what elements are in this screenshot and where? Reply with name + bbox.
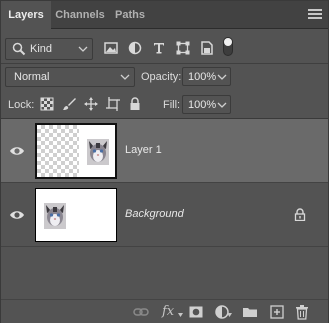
eye-icon[interactable] xyxy=(9,145,25,157)
search-icon xyxy=(12,42,26,56)
panel-menu-icon[interactable] xyxy=(308,9,322,21)
lock-transparent-pixels-icon[interactable] xyxy=(40,97,54,111)
layer-row[interactable]: Background xyxy=(1,183,328,247)
lock-all-icon[interactable] xyxy=(128,97,142,111)
tab-layers[interactable]: Layers xyxy=(1,1,51,30)
fill-field[interactable]: 100% xyxy=(182,95,231,114)
filter-kind-label: Kind xyxy=(30,43,53,55)
chevron-down-icon[interactable] xyxy=(217,72,227,82)
chevron-down-icon xyxy=(120,74,130,80)
blend-mode-select[interactable]: Normal xyxy=(5,67,135,87)
adjustment-layer-icon[interactable] xyxy=(214,304,230,320)
blend-mode-value: Normal xyxy=(14,71,50,83)
tab-channels[interactable]: Channels xyxy=(51,1,109,29)
opacity-value: 100% xyxy=(188,71,217,83)
layer-name[interactable]: Background xyxy=(125,208,184,220)
chevron-down-icon[interactable] xyxy=(217,100,227,110)
chevron-down-icon xyxy=(227,313,232,317)
new-group-icon[interactable] xyxy=(242,304,258,320)
add-mask-icon[interactable] xyxy=(188,304,204,320)
link-layers-icon[interactable] xyxy=(133,304,149,320)
fill-value: 100% xyxy=(188,99,217,111)
layer-row[interactable]: Layer 1 xyxy=(1,119,328,183)
cat-image xyxy=(44,203,66,229)
layers-footer: fx xyxy=(1,299,328,323)
tab-paths[interactable]: Paths xyxy=(109,1,151,29)
layer-name[interactable]: Layer 1 xyxy=(125,144,162,156)
chevron-down-icon xyxy=(78,46,88,52)
layers-list: Layer 1 Background xyxy=(1,118,328,298)
delete-layer-icon[interactable] xyxy=(294,304,310,320)
fill-label: Fill: xyxy=(163,99,181,111)
type-filter-icon[interactable] xyxy=(151,40,167,56)
lock-position-icon[interactable] xyxy=(84,97,98,111)
layer-thumbnail xyxy=(35,188,117,242)
adjustment-filter-icon[interactable] xyxy=(127,40,143,56)
lock-image-pixels-icon[interactable] xyxy=(62,97,76,111)
filter-toggle-icon[interactable] xyxy=(223,37,233,56)
new-layer-icon[interactable] xyxy=(269,304,285,320)
filter-kind-select[interactable]: Kind xyxy=(5,38,93,60)
shape-filter-icon[interactable] xyxy=(175,40,191,56)
eye-icon[interactable] xyxy=(9,209,25,221)
lock-label: Lock: xyxy=(8,99,35,111)
layer-style-icon[interactable]: fx xyxy=(162,304,180,320)
smart-object-filter-icon[interactable] xyxy=(199,40,215,56)
pixel-filter-icon[interactable] xyxy=(103,40,119,56)
transparency-checkerboard xyxy=(37,125,79,177)
lock-artboard-icon[interactable] xyxy=(106,97,120,111)
layers-panel: Layers Channels Paths Kind Normal Opacit… xyxy=(0,0,329,323)
chevron-down-icon xyxy=(178,313,183,317)
lock-icon[interactable] xyxy=(294,208,306,221)
divider xyxy=(1,63,328,64)
cat-image xyxy=(87,139,109,165)
layer-thumbnail xyxy=(35,123,117,179)
opacity-label: Opacity: xyxy=(141,71,182,83)
opacity-field[interactable]: 100% xyxy=(182,67,231,86)
tab-bar: Layers Channels Paths xyxy=(1,1,328,30)
